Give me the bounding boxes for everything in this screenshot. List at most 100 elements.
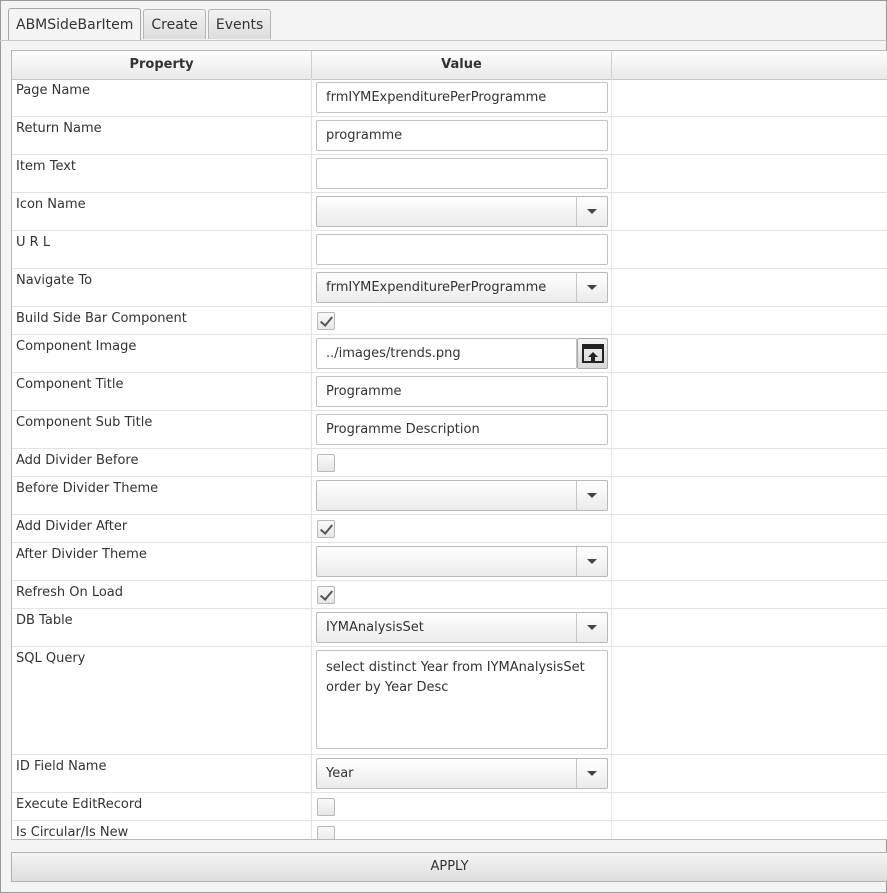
header-filler xyxy=(612,51,887,79)
checkbox[interactable] xyxy=(317,826,335,839)
checkbox[interactable] xyxy=(317,798,335,816)
value-cell xyxy=(312,821,612,839)
table-row: Before Divider Theme xyxy=(12,477,887,515)
combo-box[interactable]: IYMAnalysisSet xyxy=(316,612,608,643)
property-grid: Property Value Page Name frmIYMExpenditur… xyxy=(11,50,887,840)
grid-header: Property Value xyxy=(12,51,887,80)
table-row: Add Divider Before xyxy=(12,449,887,477)
property-label: Return Name xyxy=(12,117,312,154)
value-cell: Programme Description xyxy=(312,411,612,448)
table-row: Component Image ../images/trends.png xyxy=(12,335,887,373)
value-cell xyxy=(312,449,612,476)
tab-divider xyxy=(0,40,887,41)
value-cell: Year xyxy=(312,755,612,792)
chevron-down-icon[interactable] xyxy=(576,481,607,510)
property-label: Add Divider After xyxy=(12,515,312,542)
value-cell: Programme xyxy=(312,373,612,410)
value-cell: programme xyxy=(312,117,612,154)
text-field[interactable]: Programme xyxy=(316,376,608,407)
value-cell xyxy=(312,515,612,542)
property-label: Execute EditRecord xyxy=(12,793,312,820)
table-row: SQL Query select distinct Year from IYMAn… xyxy=(12,647,887,755)
value-cell: IYMAnalysisSet xyxy=(312,609,612,646)
checkbox[interactable] xyxy=(317,312,335,330)
table-row: Return Name programme xyxy=(12,117,887,155)
table-row: Page Name frmIYMExpenditurePerProgramme xyxy=(12,79,887,117)
chevron-down-icon[interactable] xyxy=(576,613,607,642)
value-cell: frmIYMExpenditurePerProgramme xyxy=(312,269,612,306)
property-label: Is Circular/Is New xyxy=(12,821,312,839)
checkbox[interactable] xyxy=(317,520,335,538)
property-label: Page Name xyxy=(12,79,312,116)
table-row: Navigate To frmIYMExpenditurePerProgramme xyxy=(12,269,887,307)
table-row: Execute EditRecord xyxy=(12,793,887,821)
property-label: Before Divider Theme xyxy=(12,477,312,514)
header-property[interactable]: Property xyxy=(12,51,312,79)
value-cell xyxy=(312,193,612,230)
text-field[interactable]: frmIYMExpenditurePerProgramme xyxy=(316,82,608,113)
tab-events[interactable]: Events xyxy=(207,9,272,39)
property-label: Component Image xyxy=(12,335,312,372)
tab-bar: ABMSideBarItem Create Events xyxy=(8,8,273,40)
property-label: Navigate To xyxy=(12,269,312,306)
combo-value: frmIYMExpenditurePerProgramme xyxy=(326,280,547,295)
property-label: Add Divider Before xyxy=(12,449,312,476)
chevron-down-icon[interactable] xyxy=(576,197,607,226)
tab-create[interactable]: Create xyxy=(143,9,206,39)
value-cell: select distinct Year from IYMAnalysisSet… xyxy=(312,647,612,754)
apply-button[interactable]: APPLY xyxy=(11,852,887,882)
sql-query-textarea[interactable]: select distinct Year from IYMAnalysisSet… xyxy=(316,650,608,749)
property-label: DB Table xyxy=(12,609,312,646)
property-label: Icon Name xyxy=(12,193,312,230)
combo-box[interactable] xyxy=(316,546,608,577)
combo-box[interactable]: frmIYMExpenditurePerProgramme xyxy=(316,272,608,303)
table-row: Build Side Bar Component xyxy=(12,307,887,335)
value-cell xyxy=(312,793,612,820)
property-label: ID Field Name xyxy=(12,755,312,792)
text-field[interactable]: Programme Description xyxy=(316,414,608,445)
table-row: After Divider Theme xyxy=(12,543,887,581)
chevron-down-icon[interactable] xyxy=(576,273,607,302)
tab-abmsidebaritem[interactable]: ABMSideBarItem xyxy=(8,8,142,40)
table-row: Icon Name xyxy=(12,193,887,231)
value-cell xyxy=(312,231,612,268)
value-cell: ../images/trends.png xyxy=(312,335,612,372)
checkbox[interactable] xyxy=(317,454,335,472)
image-path-field[interactable]: ../images/trends.png xyxy=(316,338,577,369)
text-field[interactable]: programme xyxy=(316,120,608,151)
property-label: Refresh On Load xyxy=(12,581,312,608)
combo-value: Year xyxy=(326,766,354,781)
text-field[interactable] xyxy=(316,158,608,189)
table-row: Add Divider After xyxy=(12,515,887,543)
combo-box[interactable] xyxy=(316,480,608,511)
text-field[interactable] xyxy=(316,234,608,265)
property-label: U R L xyxy=(12,231,312,268)
table-row: DB Table IYMAnalysisSet xyxy=(12,609,887,647)
value-cell xyxy=(312,155,612,192)
combo-box[interactable] xyxy=(316,196,608,227)
value-cell: frmIYMExpenditurePerProgramme xyxy=(312,79,612,116)
value-cell xyxy=(312,477,612,514)
chevron-down-icon[interactable] xyxy=(576,759,607,788)
header-value[interactable]: Value xyxy=(312,51,612,79)
property-label: After Divider Theme xyxy=(12,543,312,580)
property-label: SQL Query xyxy=(12,647,312,754)
value-cell xyxy=(312,581,612,608)
value-cell xyxy=(312,307,612,334)
value-cell xyxy=(312,543,612,580)
chevron-down-icon[interactable] xyxy=(576,547,607,576)
upload-icon xyxy=(582,344,604,363)
table-row: Is Circular/Is New xyxy=(12,821,887,839)
table-row: Refresh On Load xyxy=(12,581,887,609)
property-label: Component Sub Title xyxy=(12,411,312,448)
browse-button[interactable] xyxy=(577,338,608,369)
combo-value: IYMAnalysisSet xyxy=(326,620,424,635)
table-row: U R L xyxy=(12,231,887,269)
table-row: Component Sub Title Programme Description xyxy=(12,411,887,449)
property-label: Build Side Bar Component xyxy=(12,307,312,334)
table-row: Component Title Programme xyxy=(12,373,887,411)
checkbox[interactable] xyxy=(317,586,335,604)
property-label: Component Title xyxy=(12,373,312,410)
table-row: ID Field Name Year xyxy=(12,755,887,793)
combo-box[interactable]: Year xyxy=(316,758,608,789)
